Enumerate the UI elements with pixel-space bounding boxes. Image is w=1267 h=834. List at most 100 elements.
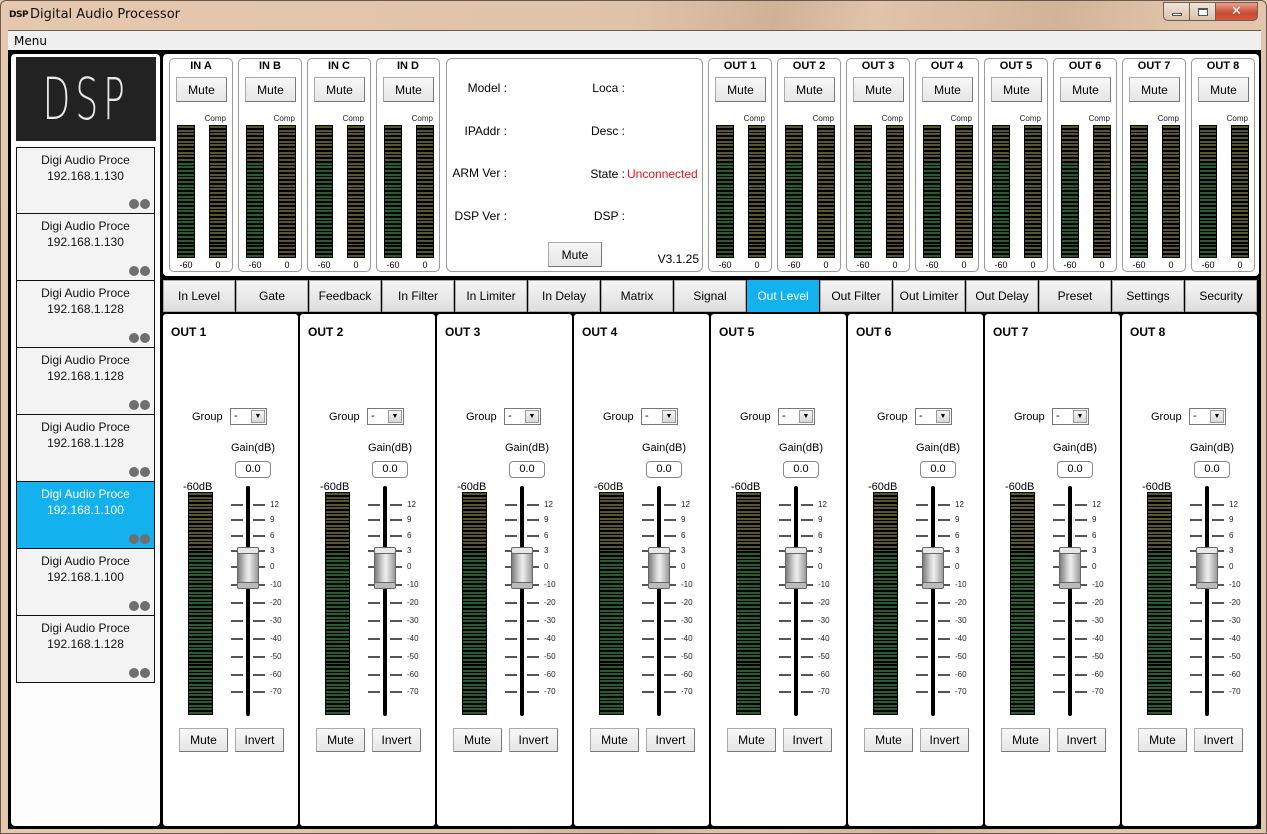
mute-button[interactable]: Mute	[727, 728, 776, 752]
tab-feedback[interactable]: Feedback	[309, 280, 381, 312]
gain-fader-handle[interactable]	[237, 547, 259, 589]
device-list-item[interactable]: Digi Audio Proce 192.168.1.128	[16, 348, 155, 415]
device-list-item[interactable]: Digi Audio Proce 192.168.1.130	[16, 214, 155, 281]
invert-button[interactable]: Invert	[646, 728, 695, 752]
device-list-item[interactable]: Digi Audio Proce 192.168.1.100	[16, 482, 155, 549]
gain-fader-handle[interactable]	[922, 547, 944, 589]
tab-in-level[interactable]: In Level	[163, 280, 235, 312]
group-select[interactable]: - ▼	[367, 408, 404, 425]
channel-mute-button[interactable]: Mute	[922, 77, 973, 102]
channel-mute-button[interactable]: Mute	[245, 77, 296, 102]
invert-button[interactable]: Invert	[920, 728, 969, 752]
chevron-down-icon: ▼	[251, 410, 265, 423]
tab-settings[interactable]: Settings	[1112, 280, 1184, 312]
minimize-icon	[1171, 12, 1182, 16]
gain-fader-track[interactable]	[1068, 486, 1072, 716]
gain-input[interactable]: 0.0	[372, 461, 408, 478]
channel-mute-button[interactable]: Mute	[853, 77, 904, 102]
tab-out-limiter[interactable]: Out Limiter	[893, 280, 965, 312]
scale-tick	[1190, 620, 1202, 622]
channel-label: IN D	[397, 60, 419, 72]
channel-mute-button[interactable]: Mute	[991, 77, 1042, 102]
mute-button[interactable]: Mute	[864, 728, 913, 752]
master-mute-button[interactable]: Mute	[548, 242, 602, 267]
scale-tick-label: -20	[544, 598, 556, 607]
channel-mute-button[interactable]: Mute	[383, 77, 434, 102]
gain-fader-handle[interactable]	[374, 547, 396, 589]
invert-button[interactable]: Invert	[235, 728, 284, 752]
minimize-button[interactable]	[1163, 2, 1189, 21]
channel-mute-button[interactable]: Mute	[314, 77, 365, 102]
device-list-item[interactable]: Digi Audio Proce 192.168.1.130	[16, 147, 155, 214]
gain-fader-handle[interactable]	[648, 547, 670, 589]
scale-tick-label: 3	[544, 546, 549, 555]
tab-preset[interactable]: Preset	[1039, 280, 1111, 312]
device-ip: 192.168.1.100	[47, 570, 124, 584]
mute-button[interactable]: Mute	[453, 728, 502, 752]
invert-button[interactable]: Invert	[1057, 728, 1106, 752]
invert-button[interactable]: Invert	[509, 728, 558, 752]
close-button[interactable]: ✕	[1215, 2, 1258, 21]
group-select[interactable]: - ▼	[641, 408, 678, 425]
mute-button[interactable]: Mute	[590, 728, 639, 752]
gain-fader-handle[interactable]	[511, 547, 533, 589]
scale-tick	[368, 691, 380, 693]
channel-mute-button[interactable]: Mute	[784, 77, 835, 102]
mute-button[interactable]: Mute	[179, 728, 228, 752]
gain-input[interactable]: 0.0	[509, 461, 545, 478]
tab-security[interactable]: Security	[1185, 280, 1257, 312]
group-select[interactable]: - ▼	[1052, 408, 1089, 425]
gain-input[interactable]: 0.0	[1194, 461, 1230, 478]
group-select[interactable]: - ▼	[504, 408, 541, 425]
group-select[interactable]: - ▼	[230, 408, 267, 425]
group-select[interactable]: - ▼	[1189, 408, 1226, 425]
mute-button[interactable]: Mute	[1001, 728, 1050, 752]
group-select[interactable]: - ▼	[778, 408, 815, 425]
scale-tick	[664, 519, 676, 521]
channel-name: OUT 4	[582, 325, 618, 339]
tab-matrix[interactable]: Matrix	[601, 280, 673, 312]
invert-button[interactable]: Invert	[1194, 728, 1243, 752]
scale-tick	[916, 656, 928, 658]
gain-input[interactable]: 0.0	[1057, 461, 1093, 478]
mute-button[interactable]: Mute	[1138, 728, 1187, 752]
maximize-button[interactable]	[1189, 2, 1215, 21]
tab-signal[interactable]: Signal	[674, 280, 746, 312]
channel-mute-button[interactable]: Mute	[176, 77, 227, 102]
gain-fader-handle[interactable]	[1059, 547, 1081, 589]
gain-fader-handle[interactable]	[785, 547, 807, 589]
device-list-item[interactable]: Digi Audio Proce 192.168.1.128	[16, 616, 155, 683]
gain-fader-track[interactable]	[794, 486, 798, 716]
gain-fader-track[interactable]	[1205, 486, 1209, 716]
tab-in-filter[interactable]: In Filter	[382, 280, 454, 312]
tab-gate[interactable]: Gate	[236, 280, 308, 312]
title-bar[interactable]: DSP Digital Audio Processor ✕	[1, 1, 1266, 30]
gain-fader-track[interactable]	[246, 486, 250, 716]
gain-input[interactable]: 0.0	[783, 461, 819, 478]
device-list-item[interactable]: Digi Audio Proce 192.168.1.128	[16, 415, 155, 482]
gain-fader-track[interactable]	[931, 486, 935, 716]
gain-input[interactable]: 0.0	[646, 461, 682, 478]
gain-fader-handle[interactable]	[1196, 547, 1218, 589]
device-list-item[interactable]: Digi Audio Proce 192.168.1.128	[16, 281, 155, 348]
gain-fader-track[interactable]	[657, 486, 661, 716]
menu-item-menu[interactable]: Menu	[14, 34, 47, 48]
tab-out-level[interactable]: Out Level	[747, 280, 819, 312]
channel-mute-button[interactable]: Mute	[1198, 77, 1249, 102]
gain-fader-track[interactable]	[520, 486, 524, 716]
gain-fader-track[interactable]	[383, 486, 387, 716]
channel-mute-button[interactable]: Mute	[1129, 77, 1180, 102]
device-list-item[interactable]: Digi Audio Proce 192.168.1.100	[16, 549, 155, 616]
tab-in-limiter[interactable]: In Limiter	[455, 280, 527, 312]
gain-input[interactable]: 0.0	[235, 461, 271, 478]
tab-out-filter[interactable]: Out Filter	[820, 280, 892, 312]
tab-in-delay[interactable]: In Delay	[528, 280, 600, 312]
mute-button[interactable]: Mute	[316, 728, 365, 752]
invert-button[interactable]: Invert	[783, 728, 832, 752]
tab-out-delay[interactable]: Out Delay	[966, 280, 1038, 312]
gain-input[interactable]: 0.0	[920, 461, 956, 478]
invert-button[interactable]: Invert	[372, 728, 421, 752]
group-select[interactable]: - ▼	[915, 408, 952, 425]
channel-mute-button[interactable]: Mute	[715, 77, 766, 102]
channel-mute-button[interactable]: Mute	[1060, 77, 1111, 102]
